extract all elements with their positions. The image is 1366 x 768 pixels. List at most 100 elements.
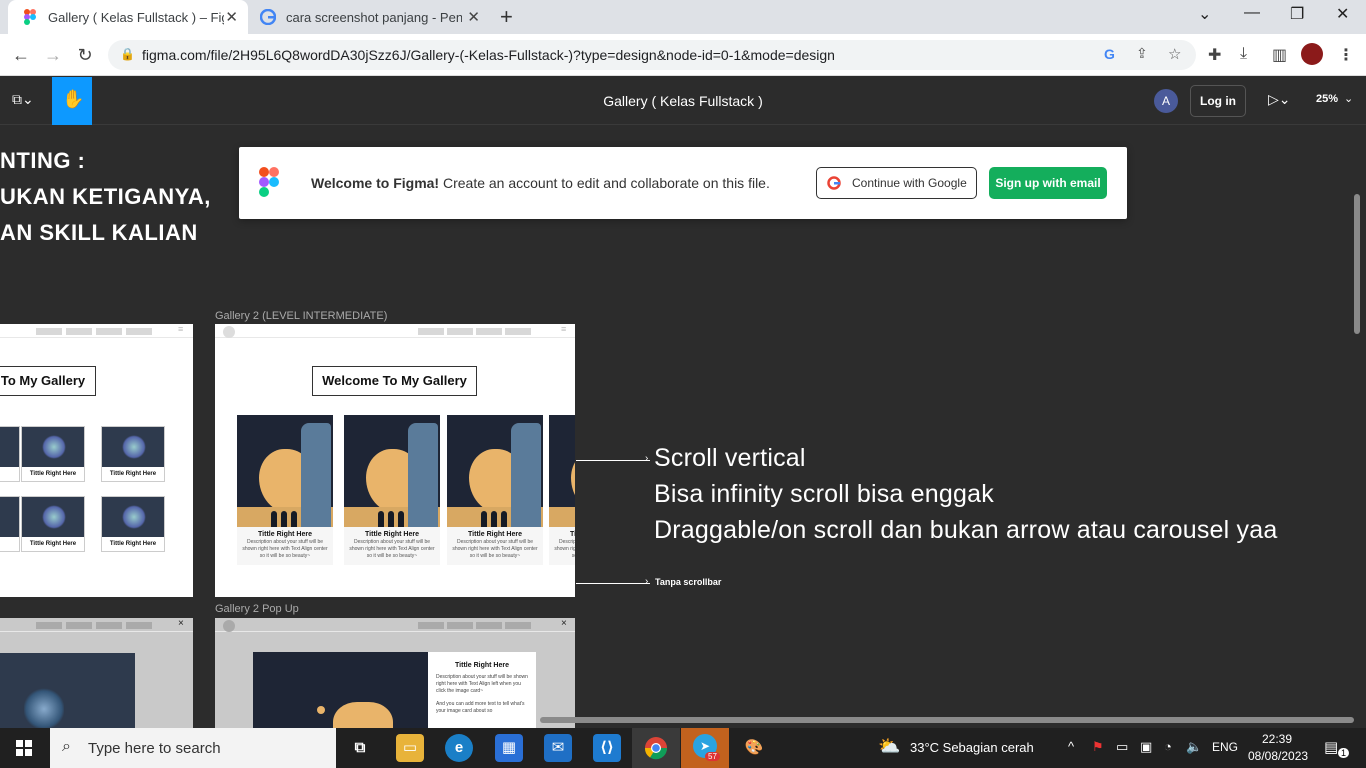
avatar[interactable]: A <box>1154 89 1178 113</box>
logo-placeholder <box>223 326 235 338</box>
chrome-icon <box>644 737 668 760</box>
volume-icon[interactable]: 🔈 <box>1186 739 1202 755</box>
tab-figma-gallery[interactable]: Gallery ( Kelas Fullstack ) – Figma ✕ <box>8 0 248 34</box>
vertical-scrollbar[interactable] <box>1354 194 1360 334</box>
file-explorer-icon[interactable]: ▭ <box>396 734 424 762</box>
bookmark-star-icon[interactable]: ☆ <box>1168 45 1181 63</box>
frame-label[interactable]: Gallery 2 (LEVEL INTERMEDIATE) <box>215 310 387 322</box>
lock-icon[interactable]: 🔒 <box>120 47 135 61</box>
figma-favicon-icon <box>24 9 36 25</box>
address-bar[interactable]: 🔒 figma.com/file/2H95L6Q8wordDA30jSzz6J/… <box>108 40 1196 70</box>
image-card: Tittle Right HereDescription about your … <box>237 415 333 565</box>
weather-text[interactable]: 33°C Sebagian cerah <box>910 740 1034 755</box>
notification-icon[interactable]: ▤ <box>1324 738 1338 756</box>
figma-header: ⧉⌄ ✋ Gallery ( Kelas Fullstack ) A Log i… <box>0 77 1366 125</box>
banner-text: Create an account to edit and collaborat… <box>439 175 770 191</box>
telegram-taskbar[interactable]: ➤ 57 <box>681 728 729 768</box>
back-icon[interactable]: ← <box>8 42 34 68</box>
annotation-text: Draggable/on scroll dan bukan arrow atau… <box>654 516 1278 544</box>
banner-message: Welcome to Figma! Create an account to e… <box>311 175 770 191</box>
display-icon[interactable]: ▣ <box>1140 739 1152 755</box>
sign-up-email-button[interactable]: Sign up with email <box>989 167 1107 199</box>
google-favicon-icon <box>260 9 276 25</box>
weather-icon[interactable]: ⛅ <box>878 736 900 757</box>
popup-image <box>0 653 135 728</box>
annotation-text: Bisa infinity scroll bisa enggak <box>654 480 994 508</box>
edge-icon[interactable]: e <box>445 734 473 762</box>
mini-card <box>0 426 20 482</box>
gallery-2-popup-frame[interactable]: × Tittle Right Here Description about yo… <box>215 618 575 728</box>
horizontal-scrollbar[interactable] <box>540 717 1354 723</box>
search-placeholder: Type here to search <box>88 740 221 757</box>
clock-time[interactable]: 22:39 <box>1262 732 1292 746</box>
chrome-menu-icon[interactable]: ⋮ <box>1338 45 1354 65</box>
browser-tab-bar: Gallery ( Kelas Fullstack ) – Figma ✕ ca… <box>0 0 1366 34</box>
close-window-icon[interactable]: ✕ <box>1336 4 1349 24</box>
profile-avatar[interactable] <box>1301 43 1323 65</box>
battery-icon[interactable]: ▭ <box>1116 739 1128 755</box>
windows-taskbar: ⌕ Type here to search ⧉ ▭ e ▦ ✉ ⟨⟩ ➤ 57 … <box>0 728 1366 768</box>
url-text: figma.com/file/2H95L6Q8wordDA30jSzz6J/Ga… <box>142 47 835 63</box>
telegram-badge: 57 <box>705 752 720 761</box>
canvas-heading-line: AN SKILL KALIAN <box>0 220 198 245</box>
continue-with-google-button[interactable]: Continue with Google <box>816 167 977 199</box>
gallery-frame-left[interactable]: ≡ To My Gallery Tittle Right Here Tittle… <box>0 324 193 597</box>
language-indicator[interactable]: ENG <box>1212 740 1238 754</box>
annotation-text: Scroll vertical <box>654 444 806 472</box>
share-icon[interactable]: ⇪ <box>1136 45 1148 62</box>
zoom-level[interactable]: 25% <box>1316 93 1338 105</box>
frame-navbar: ≡ <box>0 324 193 338</box>
gallery-heading-box: Welcome To My Gallery <box>312 366 477 396</box>
popup-panel: Tittle Right Here Description about your… <box>428 652 536 728</box>
frame-navbar: ≡ <box>215 324 575 338</box>
extensions-icon[interactable]: ✚ <box>1208 45 1221 65</box>
notification-count: 1 <box>1338 748 1350 758</box>
tab-close-icon[interactable]: ✕ <box>225 8 238 26</box>
paint-icon[interactable]: 🎨 <box>740 734 768 762</box>
store-icon[interactable]: ▦ <box>495 734 523 762</box>
present-play-icon[interactable]: ▷⌄ <box>1268 91 1291 108</box>
frame-label[interactable]: Gallery 2 Pop Up <box>215 603 299 615</box>
tab-google-search[interactable]: cara screenshot panjang - Penelu ✕ <box>250 0 490 34</box>
clock-date[interactable]: 08/08/2023 <box>1248 749 1308 763</box>
arrow-head-icon: › <box>645 576 649 587</box>
new-tab-button[interactable]: + <box>500 4 513 30</box>
forward-icon[interactable]: → <box>40 42 66 68</box>
popup-image <box>253 652 428 728</box>
login-button[interactable]: Log in <box>1190 85 1246 117</box>
vscode-icon[interactable]: ⟨⟩ <box>593 734 621 762</box>
tab-title: Gallery ( Kelas Fullstack ) – Figma <box>48 9 224 25</box>
task-view-icon[interactable]: ⧉ <box>346 734 374 762</box>
popup-desc: Description about your stuff will be sho… <box>436 674 528 694</box>
restore-icon[interactable]: ❐ <box>1290 4 1304 24</box>
minimize-icon[interactable]: — <box>1244 4 1260 22</box>
popup-frame-left[interactable]: × <box>0 618 193 728</box>
reload-icon[interactable]: ↻ <box>72 42 98 68</box>
canvas-heading-line: NTING : <box>0 148 86 173</box>
tab-close-icon[interactable]: ✕ <box>467 8 480 26</box>
side-panel-icon[interactable]: ▥ <box>1272 45 1287 65</box>
gallery-heading-box: To My Gallery <box>0 366 96 396</box>
chrome-taskbar-active[interactable] <box>632 728 680 768</box>
zoom-chevron-icon[interactable]: ⌄ <box>1344 92 1353 105</box>
popup-desc: And you can add more text to tell what's… <box>436 701 525 714</box>
taskbar-search-box[interactable]: ⌕ Type here to search <box>50 728 336 768</box>
show-hidden-icons-icon[interactable]: ^ <box>1068 739 1074 754</box>
frame-navbar: × <box>215 618 575 632</box>
mail-icon[interactable]: ✉ <box>544 734 572 762</box>
gallery-2-frame[interactable]: ≡ Welcome To My Gallery Tittle Right Her… <box>215 324 575 597</box>
windows-start-icon[interactable] <box>16 740 32 756</box>
annotation-arrow <box>576 460 650 461</box>
figma-logo-icon <box>259 167 279 197</box>
tab-search-chevron-icon[interactable]: ⌄ <box>1198 4 1211 24</box>
acrobat-icon[interactable]: ⚑ <box>1092 739 1104 755</box>
image-card: Tittle Right HereDescription about your … <box>447 415 543 565</box>
google-button-label: Continue with Google <box>852 176 967 190</box>
download-icon[interactable]: ⤓ <box>1240 45 1247 63</box>
mini-card <box>0 496 20 552</box>
google-lens-icon[interactable]: G <box>1104 46 1115 62</box>
canvas-heading-line: UKAN KETIGANYA, <box>0 184 211 209</box>
wifi-icon[interactable]: ◔ <box>1164 739 1172 754</box>
browser-toolbar: ← → ↻ 🔒 figma.com/file/2H95L6Q8wordDA30j… <box>0 34 1366 76</box>
image-card: Tittle Right HereDescription about your … <box>549 415 575 565</box>
